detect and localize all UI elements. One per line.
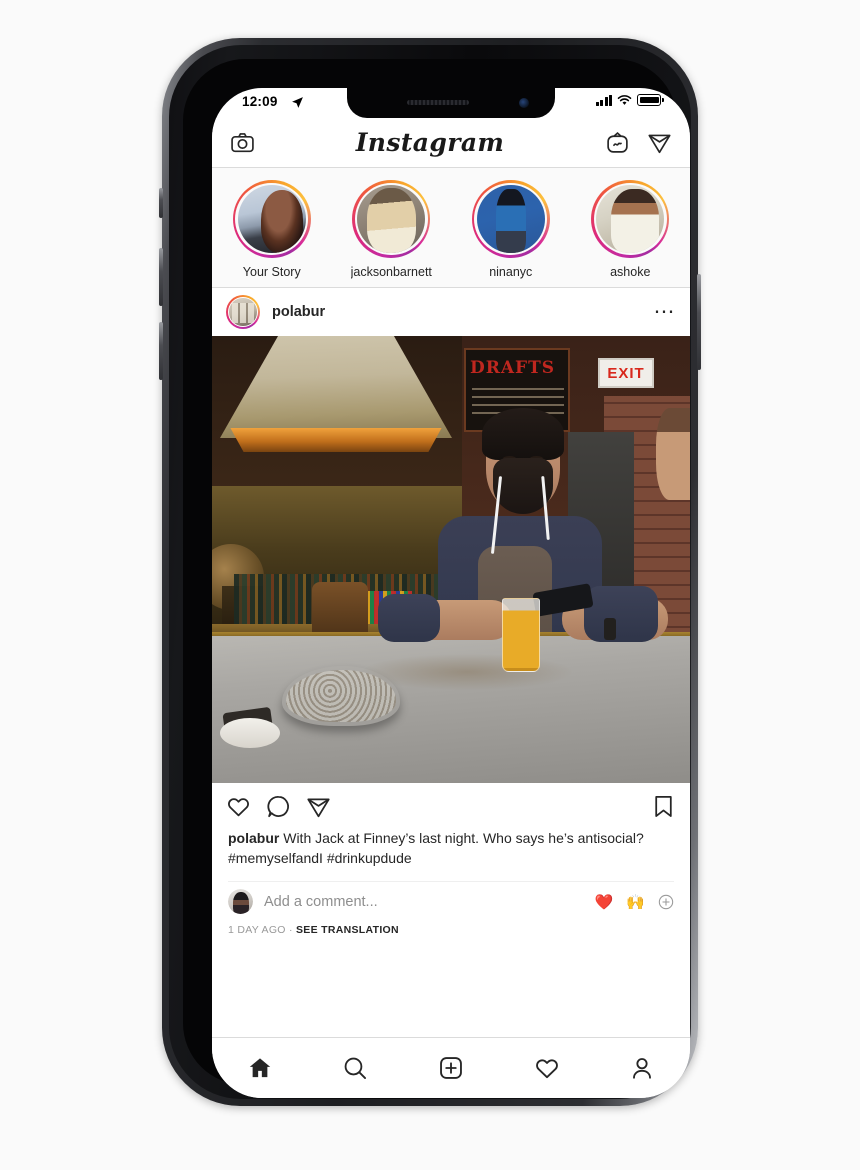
story-label: Your Story [242, 265, 301, 279]
cellular-signal-icon [595, 94, 613, 106]
post-caption: polabur With Jack at Finney’s last night… [212, 829, 690, 869]
quick-reaction-heart-emoji[interactable]: ❤️ [595, 893, 614, 911]
post-timestamp: 1 DAY AGO [228, 923, 286, 936]
tab-search[interactable] [308, 1055, 404, 1081]
avatar [237, 184, 306, 254]
story-ring [352, 180, 431, 258]
story-label: jacksonbarnett [350, 265, 432, 279]
photo-wristwatch [604, 618, 616, 640]
story-label: ashoke [610, 265, 651, 279]
story-ring [471, 180, 550, 258]
avatar [476, 184, 545, 254]
avatar [596, 184, 665, 254]
volume-up-button[interactable] [159, 248, 163, 306]
camera-icon[interactable] [230, 130, 255, 155]
device-bezel: 12:09 Instagram Your Story jacksonbarnet… [183, 59, 690, 1098]
post-photo[interactable]: DRAFTS EXIT [212, 336, 690, 783]
direct-paper-plane-icon[interactable] [647, 130, 672, 155]
post-action-bar [212, 783, 690, 829]
status-time: 12:09 [242, 94, 278, 109]
power-button[interactable] [697, 274, 701, 370]
share-paper-plane-icon[interactable] [306, 794, 331, 819]
photo-second-person [656, 408, 690, 500]
avatar [229, 298, 257, 326]
bottom-tab-bar [212, 1037, 690, 1098]
tab-home[interactable] [212, 1055, 308, 1081]
iphone-device-frame: 12:09 Instagram Your Story jacksonbarnet… [159, 38, 701, 1106]
story-item[interactable]: Your Story [212, 180, 332, 279]
status-indicators [595, 94, 664, 106]
location-arrow-icon [291, 96, 304, 109]
post-author-username[interactable]: polabur [272, 304, 325, 320]
photo-brain-texture [286, 670, 396, 722]
caption-username[interactable]: polabur [228, 830, 279, 846]
story-ring [591, 180, 670, 258]
post-header: polabur ⋯ [212, 288, 690, 336]
story-item[interactable]: jacksonbarnett [332, 180, 452, 279]
battery-full-icon [637, 94, 664, 106]
device-notch [347, 88, 555, 118]
photo-lamp-glow [230, 428, 442, 452]
avatar [357, 184, 426, 254]
add-comment-input[interactable]: Add a comment... [264, 894, 378, 910]
tab-profile[interactable] [594, 1055, 690, 1081]
earpiece-speaker-icon [407, 100, 469, 105]
save-bookmark-icon[interactable] [651, 794, 676, 819]
story-ring [232, 180, 311, 258]
story-item[interactable]: ashoke [571, 180, 691, 279]
timestamp-separator: · [285, 923, 296, 936]
photo-man-hair [482, 408, 564, 460]
story-item[interactable]: ninanyc [451, 180, 571, 279]
see-translation-link[interactable]: SEE TRANSLATION [296, 924, 399, 936]
post-author-avatar-ring[interactable] [226, 295, 260, 329]
quick-reaction-raising-hands-emoji[interactable]: 🙌 [626, 893, 645, 911]
add-comment-row[interactable]: Add a comment... ❤️ 🙌 [228, 880, 674, 922]
tab-activity[interactable] [499, 1055, 595, 1081]
current-user-avatar [228, 889, 253, 915]
caption-text: With Jack at Finney’s last night. Who sa… [228, 830, 644, 866]
plus-circle-icon[interactable] [658, 894, 674, 910]
photo-bar-stool [312, 582, 368, 636]
device-inner-frame: 12:09 Instagram Your Story jacksonbarnet… [169, 45, 691, 1099]
phone-screen: 12:09 Instagram Your Story jacksonbarnet… [212, 88, 690, 1098]
igtv-icon[interactable] [605, 130, 630, 155]
story-label: ninanyc [489, 265, 533, 279]
ellipsis-icon[interactable]: ⋯ [654, 301, 677, 322]
volume-down-button[interactable] [159, 322, 163, 380]
photo-coaster-stack [220, 718, 280, 748]
silent-switch[interactable] [159, 188, 163, 218]
wifi-icon [617, 94, 632, 106]
comment-speech-bubble-icon[interactable] [266, 794, 291, 819]
post-timestamp-row: 1 DAY AGO · SEE TRANSLATION [212, 922, 690, 945]
photo-man-sleeve-right [584, 586, 658, 642]
stories-tray[interactable]: Your Story jacksonbarnett ninanyc ashoke [212, 168, 690, 288]
tab-create[interactable] [403, 1055, 499, 1081]
photo-exit-sign: EXIT [598, 358, 654, 388]
photo-man-sleeve-left [378, 594, 440, 642]
app-header: Instagram [212, 118, 690, 168]
front-camera-icon [519, 98, 529, 108]
photo-drafts-text: DRAFTS [470, 358, 556, 378]
instagram-logo: Instagram [355, 128, 505, 157]
like-heart-icon[interactable] [226, 794, 251, 819]
photo-beer-glass [502, 598, 540, 672]
